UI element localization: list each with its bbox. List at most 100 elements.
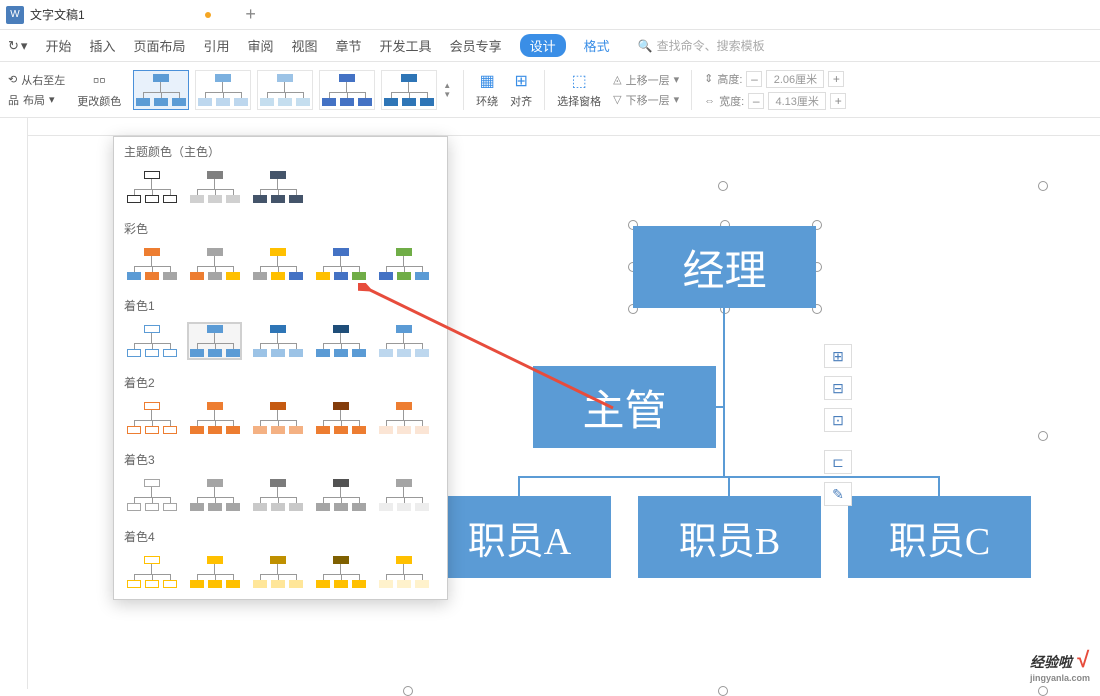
tool-arrange[interactable]: ⊡ xyxy=(824,408,852,432)
menu-view[interactable]: 视图 xyxy=(292,36,318,55)
width-plus[interactable]: + xyxy=(830,93,846,109)
connector xyxy=(938,476,940,498)
dd-item[interactable] xyxy=(313,245,368,283)
tool-layout[interactable]: ⊟ xyxy=(824,376,852,400)
doc-icon: W xyxy=(6,6,24,24)
selection-handle[interactable] xyxy=(1038,431,1048,441)
doc-title[interactable]: 文字文稿1 xyxy=(30,6,85,23)
dd-item[interactable] xyxy=(313,553,368,591)
layout-label: 布局 xyxy=(23,92,45,108)
style-preview-1[interactable] xyxy=(133,70,189,110)
height-icon: ⇕ xyxy=(704,72,713,85)
style-preview-5[interactable] xyxy=(381,70,437,110)
rtl-button[interactable]: ⟲ 从右至左 xyxy=(8,72,65,88)
change-color-label: 更改颜色 xyxy=(77,93,121,109)
selection-pane-button[interactable]: ⬚选择窗格 xyxy=(557,71,601,109)
connector xyxy=(728,476,730,498)
width-row: ⇔ 宽度: – + xyxy=(704,92,846,110)
wrap-button[interactable]: ▦环绕 xyxy=(476,71,498,109)
dd-item[interactable] xyxy=(376,553,431,591)
menu-section[interactable]: 章节 xyxy=(336,36,362,55)
tab-modified-dot xyxy=(205,12,211,18)
dd-item[interactable] xyxy=(124,399,179,437)
move-up-button[interactable]: ◬ 上移一层 ▾ xyxy=(613,72,679,88)
dd-item[interactable] xyxy=(124,322,179,360)
title-bar: W 文字文稿1 + xyxy=(0,0,1100,30)
align-icon: ⊞ xyxy=(514,71,527,91)
tool-rtl-layout: ⟲ 从右至左 品 布局 ▾ xyxy=(8,72,65,108)
selection-handle[interactable] xyxy=(1038,181,1048,191)
height-plus[interactable]: + xyxy=(828,71,844,87)
redo-button[interactable]: ↻ ▾ xyxy=(8,38,27,54)
dd-item-selected[interactable] xyxy=(187,322,242,360)
tool-add-shape[interactable]: ⊞ xyxy=(824,344,852,368)
dd-item[interactable] xyxy=(187,553,242,591)
node-employee-b[interactable]: 职员B xyxy=(638,496,821,578)
style-preview-3[interactable] xyxy=(257,70,313,110)
menu-format[interactable]: 格式 xyxy=(584,36,610,55)
move-down-button[interactable]: ▽ 下移一层 ▾ xyxy=(613,92,679,108)
selection-handle[interactable] xyxy=(718,181,728,191)
dd-item[interactable] xyxy=(250,476,305,514)
style-preview-2[interactable] xyxy=(195,70,251,110)
dd-item[interactable] xyxy=(124,168,179,206)
dd-item[interactable] xyxy=(124,245,179,283)
dd-item[interactable] xyxy=(250,322,305,360)
node-employee-c[interactable]: 职员C xyxy=(848,496,1031,578)
style-gallery-more[interactable]: ▲▼ xyxy=(443,81,451,99)
dd-item[interactable] xyxy=(124,553,179,591)
dd-item[interactable] xyxy=(250,245,305,283)
dd-item[interactable] xyxy=(187,399,242,437)
separator xyxy=(691,70,692,110)
dd-item[interactable] xyxy=(250,553,305,591)
toolbar: ⟲ 从右至左 品 布局 ▾ ▫▫ 更改颜色 ▲▼ ▦环绕 ⊞ 对齐 ⬚选择窗格 ◬… xyxy=(0,62,1100,118)
tool-edit[interactable]: ✎ xyxy=(824,482,852,506)
align-label: 对齐 xyxy=(510,93,532,109)
dd-item[interactable] xyxy=(376,245,431,283)
height-minus[interactable]: – xyxy=(746,71,762,87)
dd-item[interactable] xyxy=(187,476,242,514)
menu-start[interactable]: 开始 xyxy=(45,36,71,55)
change-color-button[interactable]: ▫▫ 更改颜色 xyxy=(77,70,121,109)
menu-page-layout[interactable]: 页面布局 xyxy=(133,36,185,55)
style-preview-4[interactable] xyxy=(319,70,375,110)
node-employee-a[interactable]: 职员A xyxy=(428,496,611,578)
selection-handle[interactable] xyxy=(1038,686,1048,696)
menu-reference[interactable]: 引用 xyxy=(203,36,229,55)
height-input[interactable] xyxy=(766,70,824,88)
dd-item[interactable] xyxy=(250,168,305,206)
dd-section-theme: 主题颜色（主色） xyxy=(114,137,447,164)
menu-dev-tools[interactable]: 开发工具 xyxy=(380,36,432,55)
menu-bar: ↻ ▾ 开始 插入 页面布局 引用 审阅 视图 章节 开发工具 会员专享 设计 … xyxy=(0,30,1100,62)
layout-button[interactable]: 品 布局 ▾ xyxy=(8,92,65,108)
menu-design[interactable]: 设计 xyxy=(520,34,566,57)
move-up-label: 上移一层 xyxy=(626,72,670,88)
height-label: 高度: xyxy=(717,71,742,87)
canvas[interactable]: 主题颜色（主色） 彩色 着色1 xyxy=(28,136,1100,689)
menu-review[interactable]: 审阅 xyxy=(248,36,274,55)
dd-item[interactable] xyxy=(250,399,305,437)
width-label: 宽度: xyxy=(719,93,744,109)
selection-handle[interactable] xyxy=(718,686,728,696)
dd-item[interactable] xyxy=(376,476,431,514)
align-button[interactable]: ⊞ 对齐 xyxy=(510,71,532,109)
dd-item[interactable] xyxy=(313,476,368,514)
dimension-controls: ⇕ 高度: – + ⇔ 宽度: – + xyxy=(704,70,846,110)
width-input[interactable] xyxy=(768,92,826,110)
style-gallery: ▲▼ xyxy=(133,70,451,110)
dd-item[interactable] xyxy=(124,476,179,514)
width-minus[interactable]: – xyxy=(748,93,764,109)
search-placeholder: 查找命令、搜索模板 xyxy=(657,37,765,54)
search-box[interactable]: 🔍 查找命令、搜索模板 xyxy=(638,37,765,54)
dd-item[interactable] xyxy=(187,245,242,283)
watermark-text: 经验啦 xyxy=(1030,654,1072,670)
add-tab-button[interactable]: + xyxy=(236,0,266,30)
tool-text[interactable]: ⊏ xyxy=(824,450,852,474)
menu-member[interactable]: 会员专享 xyxy=(450,36,502,55)
change-color-icon: ▫▫ xyxy=(93,70,106,91)
menu-insert[interactable]: 插入 xyxy=(89,36,115,55)
selection-handle[interactable] xyxy=(403,686,413,696)
node-manager[interactable]: 经理 xyxy=(633,226,816,308)
floating-tools: ⊞ ⊟ ⊡ ⊏ ✎ xyxy=(824,344,852,506)
dd-item[interactable] xyxy=(187,168,242,206)
